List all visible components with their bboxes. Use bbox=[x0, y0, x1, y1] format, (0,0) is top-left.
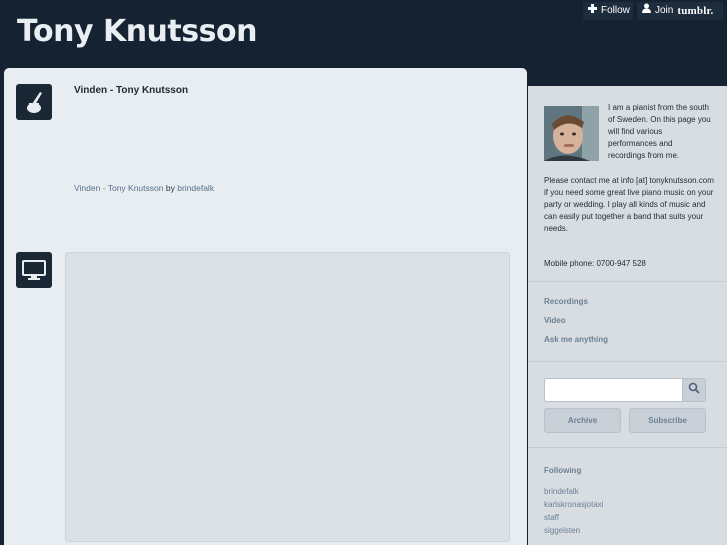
bio-intro: I am a pianist from the south of Sweden.… bbox=[608, 103, 711, 160]
post-caption: Vinden - Tony Knutsson by brindefalk bbox=[74, 183, 214, 193]
ink-pen-icon[interactable] bbox=[16, 84, 52, 120]
following-heading: Following bbox=[544, 466, 582, 475]
tumblr-logo: tumblr. bbox=[677, 5, 714, 17]
following-item[interactable]: staff bbox=[544, 513, 559, 522]
search-input[interactable] bbox=[544, 378, 683, 402]
sidebar-divider bbox=[528, 281, 727, 282]
monitor-icon[interactable] bbox=[16, 252, 52, 288]
mobile-phone: Mobile phone: 0700-947 528 bbox=[544, 259, 646, 268]
nav-link-video[interactable]: Video bbox=[544, 316, 566, 325]
subscribe-button[interactable]: Subscribe bbox=[629, 408, 706, 433]
track-link[interactable]: Vinden - Tony Knutsson bbox=[74, 183, 163, 193]
search-button[interactable] bbox=[682, 378, 706, 402]
following-item[interactable]: karlskronasjotaxi bbox=[544, 500, 604, 509]
author-link[interactable]: brindefalk bbox=[177, 183, 214, 193]
avatar bbox=[544, 106, 599, 161]
search-icon bbox=[688, 381, 700, 399]
caption-by: by bbox=[165, 183, 175, 193]
follow-button[interactable]: Follow bbox=[583, 2, 633, 20]
plus-icon bbox=[588, 2, 597, 20]
user-icon bbox=[642, 2, 651, 20]
post-title: Vinden - Tony Knutsson bbox=[74, 85, 189, 96]
following-item[interactable]: siggelsten bbox=[544, 526, 580, 535]
join-tumblr-button[interactable]: Join tumblr. bbox=[637, 2, 723, 20]
video-player[interactable] bbox=[65, 252, 510, 542]
archive-button[interactable]: Archive bbox=[544, 408, 621, 433]
sidebar-divider bbox=[528, 447, 727, 448]
join-label: Join bbox=[655, 5, 674, 16]
nav-link-ask[interactable]: Ask me anything bbox=[544, 335, 608, 344]
following-item[interactable]: brindefalk bbox=[544, 487, 579, 496]
follow-label: Follow bbox=[601, 5, 630, 16]
bio-contact: Please contact me at info [at] tonyknuts… bbox=[544, 176, 714, 233]
sidebar-divider bbox=[528, 361, 727, 362]
nav-link-recordings[interactable]: Recordings bbox=[544, 297, 588, 306]
blog-title[interactable]: Tony Knutsson bbox=[17, 14, 257, 49]
